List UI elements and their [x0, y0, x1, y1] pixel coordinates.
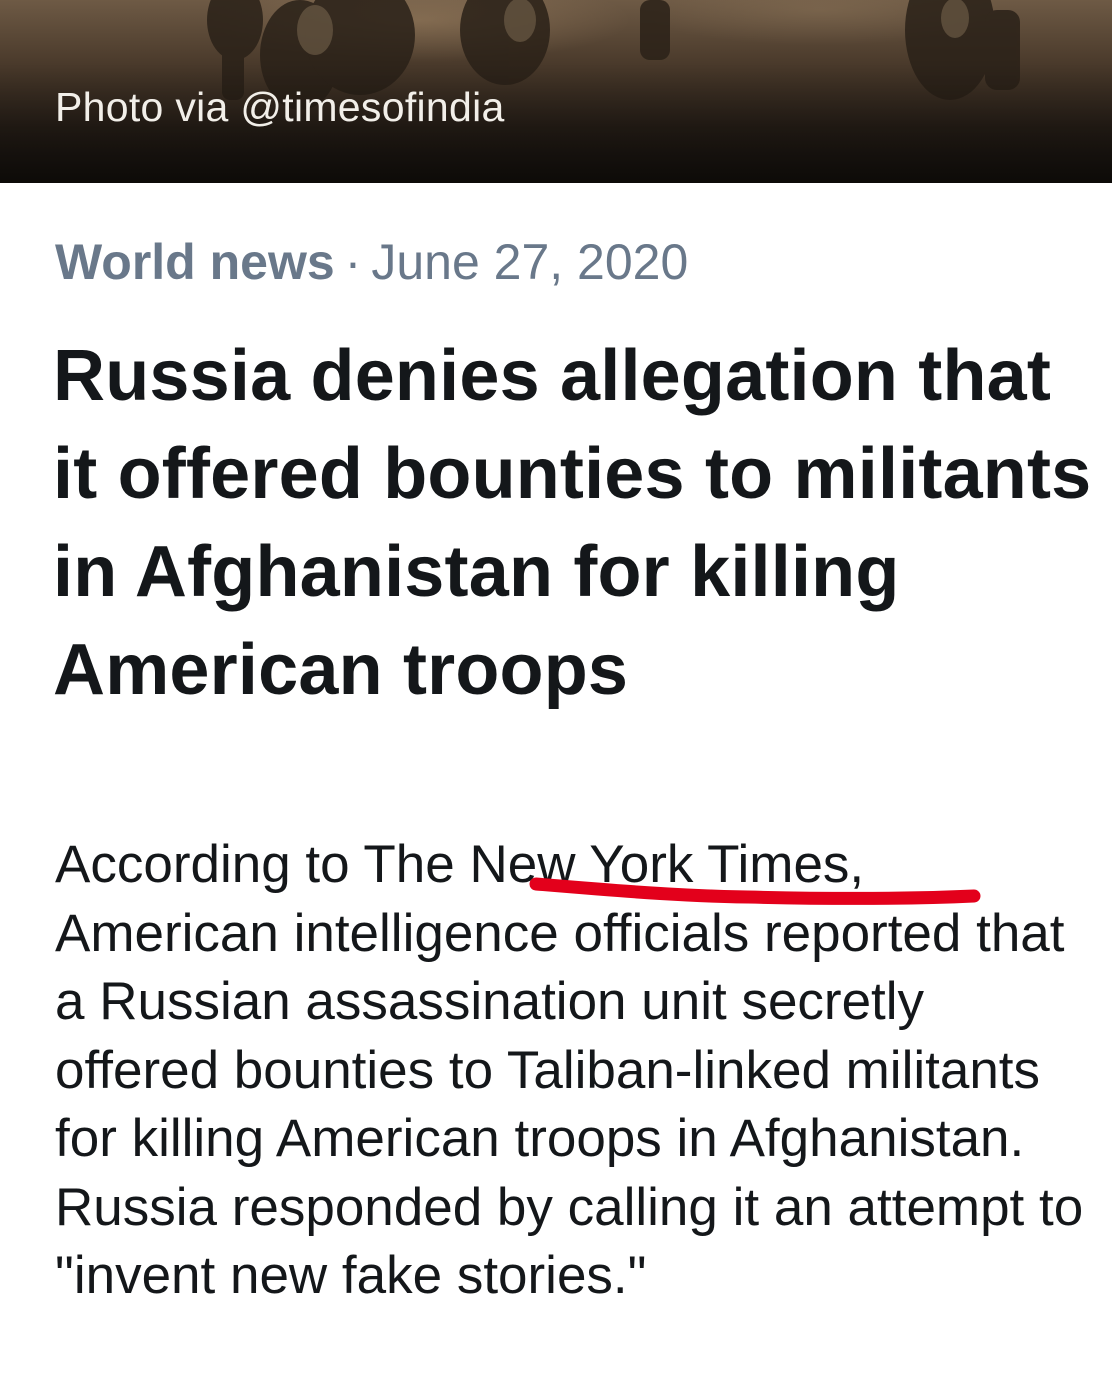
summary-text-start: According to The [55, 835, 470, 894]
article-photo[interactable]: Photo via @timesofindia [0, 0, 1112, 183]
red-underline-annotation [529, 877, 981, 905]
article-category[interactable]: World news [55, 234, 335, 290]
news-card[interactable]: Photo via @timesofindia World news · June … [0, 0, 1112, 1390]
bottom-fade [0, 1350, 1112, 1390]
article-meta: World news · June 27, 2020 [55, 233, 688, 291]
article-headline[interactable]: Russia denies allegation that it offered… [53, 327, 1093, 719]
article-date: June 27, 2020 [371, 234, 689, 290]
photo-credit: Photo via @timesofindia [55, 84, 505, 130]
meta-separator: · [344, 234, 362, 290]
